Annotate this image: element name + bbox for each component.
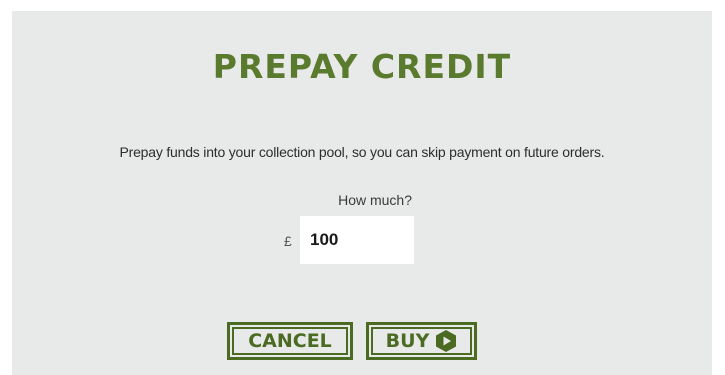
buy-button[interactable]: BUY bbox=[366, 322, 477, 360]
prepay-credit-dialog: PREPAY CREDIT Prepay funds into your col… bbox=[12, 11, 712, 375]
cancel-button-label: CANCEL bbox=[248, 330, 332, 352]
currency-symbol: £ bbox=[284, 233, 292, 249]
dialog-title: PREPAY CREDIT bbox=[212, 47, 512, 86]
dialog-description: Prepay funds into your collection pool, … bbox=[119, 144, 605, 160]
amount-input[interactable] bbox=[300, 216, 414, 264]
cancel-button[interactable]: CANCEL bbox=[227, 322, 353, 360]
hexagon-play-icon bbox=[435, 329, 457, 353]
buy-button-label: BUY bbox=[385, 330, 430, 352]
amount-label: How much? bbox=[338, 192, 412, 208]
